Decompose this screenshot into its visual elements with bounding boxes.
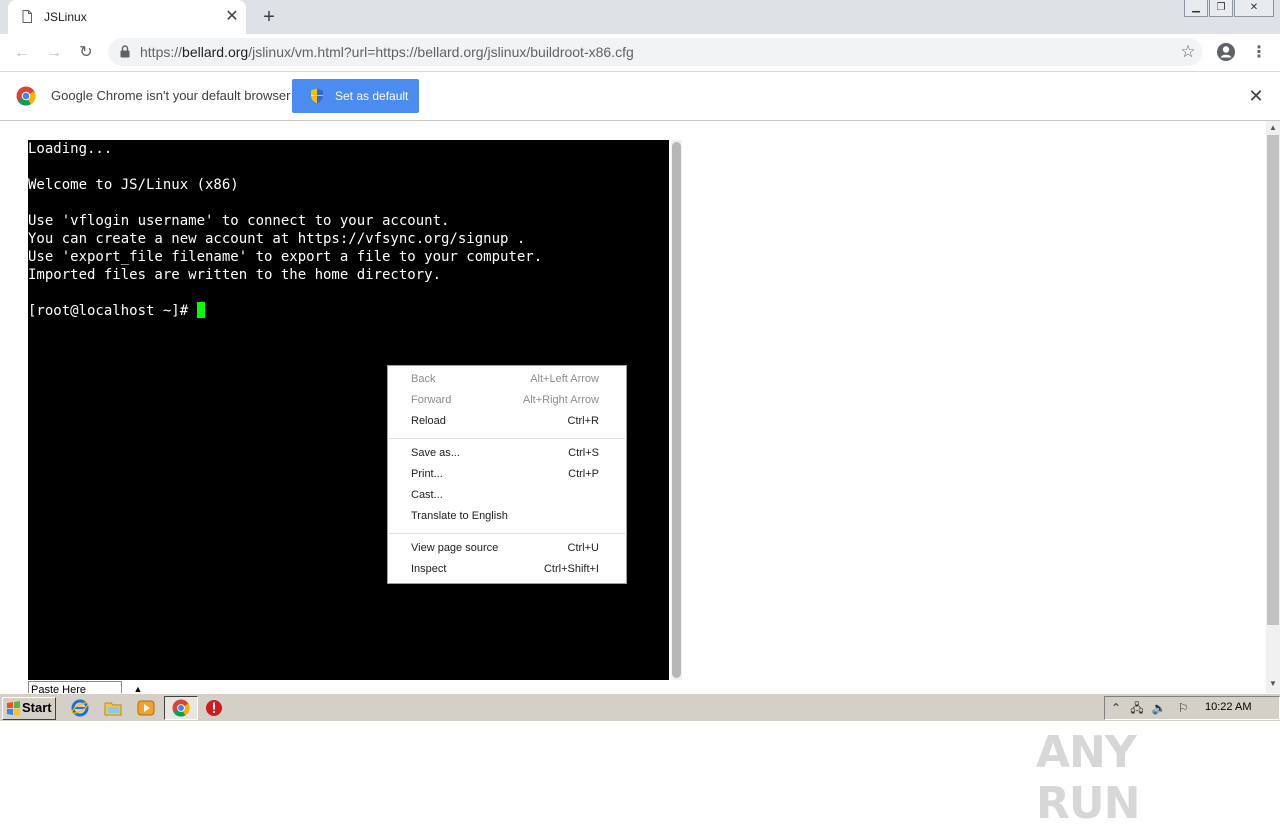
page-scrollbar-thumb[interactable] <box>1267 135 1279 625</box>
scroll-up-arrow-icon[interactable]: ▲ <box>1266 121 1280 135</box>
page-content: Loading... Welcome to JS/Linux (x86) Use '… <box>0 121 1266 829</box>
chrome-logo-icon <box>16 86 36 106</box>
start-label: Start <box>22 700 52 715</box>
default-browser-infobar: Google Chrome isn't your default browser… <box>0 72 1280 121</box>
system-tray: ⌃ 🖧 🔈 ⚐ 10:22 AM <box>1104 696 1280 720</box>
context-menu-shortcut: Ctrl+S <box>568 447 599 459</box>
forward-arrow-icon[interactable]: → <box>42 41 66 65</box>
new-tab-button[interactable]: + <box>258 6 280 28</box>
action-center-flag-icon[interactable]: ⚐ <box>1175 700 1191 716</box>
set-as-default-button[interactable]: Set as default <box>292 79 419 113</box>
network-icon[interactable]: 🖧 <box>1129 700 1145 716</box>
tab-jslinux[interactable]: JSLinux ✕ <box>8 0 246 34</box>
context-menu-shortcut: Ctrl+U <box>567 542 599 554</box>
context-menu-label: Reload <box>411 415 446 427</box>
close-window-button[interactable]: ✕ <box>1234 0 1274 17</box>
context-menu-item-reload[interactable]: Reload Ctrl+R <box>388 412 626 433</box>
anyrun-watermark: ANY RUN <box>1036 727 1236 829</box>
show-hidden-icons-chevron-icon[interactable]: ⌃ <box>1108 700 1124 716</box>
browser-toolbar: ← → ↻ https://bellard.org/jslinux/vm.htm… <box>0 34 1280 72</box>
menu-kebab-icon[interactable]: ⋮ <box>1247 41 1271 65</box>
terminal-line: You can create a new account at https://… <box>28 231 526 247</box>
infobar-message: Google Chrome isn't your default browser <box>51 88 291 103</box>
profile-icon[interactable] <box>1216 42 1236 62</box>
terminal-output: Loading... Welcome to JS/Linux (x86) Use '… <box>28 140 542 320</box>
restore-button[interactable]: ❐ <box>1209 0 1233 17</box>
start-button[interactable]: Start <box>2 697 56 720</box>
context-menu-label: Inspect <box>411 563 447 575</box>
address-bar[interactable]: https://bellard.org/jslinux/vm.html?url=… <box>108 38 1202 66</box>
lock-icon <box>120 45 130 58</box>
context-menu-item-inspect[interactable]: Inspect Ctrl+Shift+I <box>388 560 626 581</box>
context-menu-shortcut: Ctrl+Shift+I <box>543 563 599 575</box>
context-menu-shortcut: Ctrl+P <box>568 468 599 480</box>
page-scrollbar[interactable]: ▲ ▼ <box>1266 121 1280 693</box>
context-menu-item-cast[interactable]: Cast... <box>388 486 626 507</box>
context-menu-label: Cast... <box>411 489 443 501</box>
windows-flag-icon <box>7 701 20 716</box>
tab-strip: JSLinux ✕ + ▁ ❐ ✕ <box>0 0 1280 34</box>
clock[interactable]: 10:22 AM <box>1205 701 1251 713</box>
back-arrow-icon[interactable]: ← <box>10 41 34 65</box>
context-menu-label: Forward <box>411 394 452 406</box>
terminal-prompt: [root@localhost ~]# <box>28 303 197 319</box>
context-menu-shortcut: Ctrl+R <box>567 415 599 427</box>
context-menu-label: View page source <box>411 542 499 554</box>
set-as-default-label: Set as default <box>335 89 409 103</box>
ie-icon[interactable] <box>71 699 89 717</box>
terminal-line: Use 'vflogin username' to connect to you… <box>28 213 450 229</box>
context-menu-label: Translate to English <box>411 510 508 522</box>
context-menu-separator <box>389 533 625 534</box>
context-menu-label: Back <box>411 373 436 385</box>
terminal-line: Welcome to JS/Linux (x86) <box>28 177 239 193</box>
scroll-down-arrow-icon[interactable]: ▼ <box>1266 677 1280 691</box>
terminal-line: Use 'export_file filename' to export a f… <box>28 249 543 265</box>
reload-icon[interactable]: ↻ <box>74 41 98 65</box>
context-menu-item-forward: Forward Alt+Right Arrow <box>388 391 626 412</box>
context-menu-item-back: Back Alt+Left Arrow <box>388 370 626 391</box>
uac-shield-icon <box>311 88 323 104</box>
terminal-prompt-line: [root@localhost ~]# <box>28 302 542 320</box>
watermark-text: ANY RUN <box>1036 727 1140 829</box>
context-menu-item-translate-to-english[interactable]: Translate to English <box>388 507 626 528</box>
bookmark-star-icon[interactable]: ☆ <box>1178 42 1198 62</box>
context-menu-item-print[interactable]: Print... Ctrl+P <box>388 465 626 486</box>
terminal-line: Imported files are written to the home d… <box>28 267 442 283</box>
context-menu-label: Save as... <box>411 447 460 459</box>
media-player-icon[interactable] <box>137 699 155 717</box>
terminal-scrollbar[interactable] <box>671 140 682 680</box>
context-menu-label: Print... <box>411 468 443 480</box>
chrome-taskbar-button[interactable] <box>164 696 198 720</box>
context-menu-shortcut: Alt+Left Arrow <box>530 373 599 385</box>
context-menu-shortcut: Alt+Right Arrow <box>522 394 599 406</box>
tab-close-icon[interactable]: ✕ <box>222 7 242 27</box>
windows-taskbar: Start ⌃ 🖧 🔈 ⚐ 10:22 AM <box>0 693 1280 721</box>
minimize-button[interactable]: ▁ <box>1184 0 1208 17</box>
folder-icon[interactable] <box>104 699 122 717</box>
security-alert-icon[interactable] <box>205 699 223 717</box>
infobar-close-icon[interactable]: ✕ <box>1246 86 1266 106</box>
tab-title: JSLinux <box>44 10 87 24</box>
context-menu-item-view-page-source[interactable]: View page source Ctrl+U <box>388 539 626 560</box>
page-icon <box>22 10 32 23</box>
context-menu: Back Alt+Left Arrow Forward Alt+Right Arrow… <box>387 365 627 584</box>
terminal-scrollbar-thumb[interactable] <box>672 142 681 678</box>
url-text: https://bellard.org/jslinux/vm.html?url=… <box>140 44 634 60</box>
context-menu-separator <box>389 438 625 439</box>
terminal-line: Loading... <box>28 141 113 157</box>
context-menu-item-save-as[interactable]: Save as... Ctrl+S <box>388 444 626 465</box>
chrome-icon <box>172 699 190 717</box>
volume-icon[interactable]: 🔈 <box>1151 700 1167 716</box>
terminal-cursor <box>196 302 205 318</box>
